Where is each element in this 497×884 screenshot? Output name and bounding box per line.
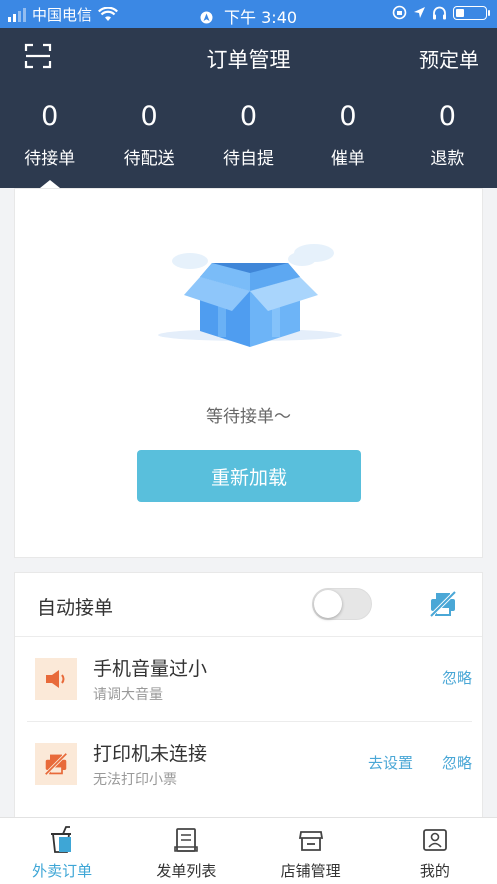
auto-accept-label: 自动接单 xyxy=(37,597,114,619)
auto-accept-row: 自动接单 xyxy=(15,573,482,637)
nav-takeout-orders[interactable]: 外卖订单 xyxy=(0,818,124,884)
stat-label: 待接单 xyxy=(24,149,76,169)
stat-count: 0 xyxy=(339,101,357,132)
printer-glyph xyxy=(44,752,68,776)
speaker-glyph xyxy=(46,670,65,688)
stat-label: 待自提 xyxy=(223,149,275,169)
speaker-icon xyxy=(35,658,77,700)
printer-warning-row: 打印机未连接 无法打印小票 去设置 忽略 xyxy=(27,722,472,806)
warning-subtitle: 请调大音量 xyxy=(93,687,163,703)
nav-label: 我的 xyxy=(419,862,450,880)
settings-card: 自动接单 手机音量过小 请调大音量 忽略 打印机未连接 无法打印小票 去设置 忽… xyxy=(14,572,483,822)
header: 订单管理 预定单 0 待接单 0 待配送 0 待自提 0 催单 0 退款 xyxy=(0,28,497,188)
printer-off-icon xyxy=(35,743,77,785)
profile-card-icon xyxy=(422,829,447,851)
rotation-lock-icon xyxy=(392,5,407,20)
order-stats: 0 待接单 0 待配送 0 待自提 0 催单 0 退款 xyxy=(0,100,497,188)
stat-pending-pickup[interactable]: 0 待自提 xyxy=(199,100,298,188)
stat-count: 0 xyxy=(140,101,158,132)
ignore-button[interactable]: 忽略 xyxy=(442,667,472,688)
location-arrow-icon xyxy=(200,11,213,24)
status-bar: 中国电信 下午 3:40 xyxy=(0,0,497,28)
booking-orders-button[interactable]: 预定单 xyxy=(419,44,479,73)
nav-dispatch-list[interactable]: 发单列表 xyxy=(124,818,248,884)
stat-label: 待配送 xyxy=(123,149,175,169)
auto-accept-toggle[interactable] xyxy=(312,588,372,620)
stat-count: 0 xyxy=(41,101,59,132)
waiting-message: 等待接单～ xyxy=(206,407,291,427)
stat-label: 催单 xyxy=(330,149,365,169)
stat-count: 0 xyxy=(239,101,258,132)
printer-off-icon[interactable] xyxy=(428,590,458,618)
active-tab-pointer xyxy=(39,180,60,188)
stat-label: 退款 xyxy=(430,149,465,169)
bottom-nav: 外卖订单 发单列表 店铺管理 我的 xyxy=(0,817,497,884)
navigation-arrow-icon xyxy=(414,7,425,18)
warning-title: 手机音量过小 xyxy=(93,658,208,680)
nav-label: 外卖订单 xyxy=(32,862,93,880)
headphones-icon xyxy=(433,6,446,19)
nav-store-management[interactable]: 店铺管理 xyxy=(249,818,373,884)
warning-title: 打印机未连接 xyxy=(93,743,208,765)
toggle-knob xyxy=(314,590,342,618)
nav-label: 发单列表 xyxy=(156,862,217,880)
volume-warning-row: 手机音量过小 请调大音量 忽略 xyxy=(27,637,472,722)
reload-button[interactable]: 重新加载 xyxy=(137,450,361,502)
stat-reminders[interactable]: 0 催单 xyxy=(298,100,397,188)
stat-pending-delivery[interactable]: 0 待配送 xyxy=(99,100,198,188)
nav-profile[interactable]: 我的 xyxy=(373,818,497,884)
stat-refunds[interactable]: 0 退款 xyxy=(398,100,497,188)
dispatch-list-icon xyxy=(174,828,199,852)
battery-icon xyxy=(453,5,490,20)
empty-box-icon xyxy=(158,244,342,347)
empty-orders-card: 等待接单～ 重新加载 xyxy=(14,188,483,558)
go-settings-button[interactable]: 去设置 xyxy=(368,752,413,773)
status-right xyxy=(392,5,490,20)
store-icon xyxy=(298,831,323,851)
ignore-button[interactable]: 忽略 xyxy=(442,752,472,773)
stat-count: 0 xyxy=(438,101,456,132)
stat-pending-accept[interactable]: 0 待接单 xyxy=(0,100,99,188)
takeout-cup-icon xyxy=(51,826,72,853)
status-time: 下午 3:40 xyxy=(224,8,298,27)
warning-subtitle: 无法打印小票 xyxy=(93,772,177,788)
nav-label: 店铺管理 xyxy=(280,862,341,880)
